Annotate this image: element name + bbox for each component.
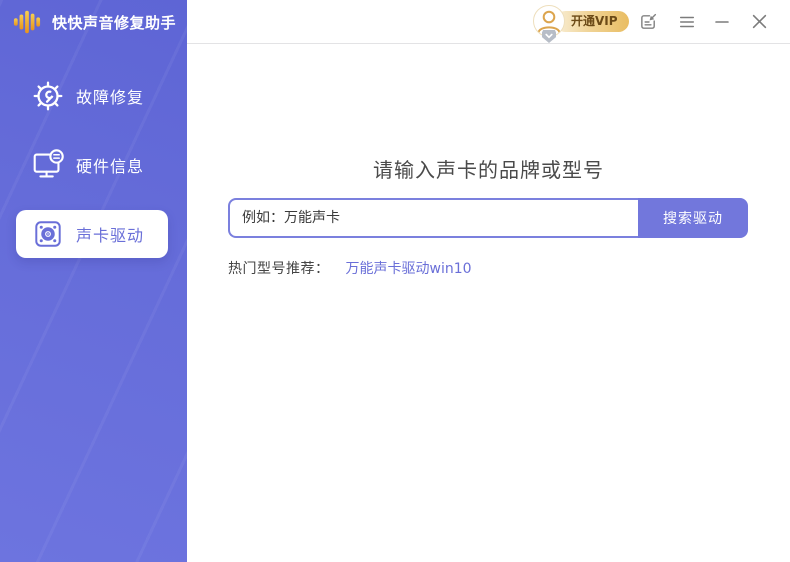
app-window: 快快声音修复助手 故障修复 硬件信息 声卡驱动 开通VIP 请输入声卡的品牌或型… bbox=[0, 0, 790, 562]
sidebar-item-label: 声卡驱动 bbox=[76, 226, 145, 245]
app-logo-row: 快快声音修复助手 bbox=[10, 6, 176, 38]
sound-card-search-input[interactable] bbox=[228, 198, 638, 238]
sidebar-item-hardware-info[interactable]: 硬件信息 bbox=[16, 141, 168, 189]
page-title: 请输入声卡的品牌或型号 bbox=[373, 158, 604, 182]
sidebar-item-label: 故障修复 bbox=[76, 88, 145, 107]
hardware-info-icon bbox=[28, 145, 68, 185]
audio-waveform-logo-icon bbox=[10, 6, 44, 38]
search-driver-button[interactable]: 搜索驱动 bbox=[638, 198, 748, 238]
sidebar-item-label: 硬件信息 bbox=[76, 157, 145, 176]
minimize-button[interactable] bbox=[708, 8, 735, 35]
sidebar-item-fault-repair[interactable]: 故障修复 bbox=[16, 72, 168, 120]
close-button[interactable] bbox=[746, 8, 773, 35]
avatar-chevron-down-icon[interactable] bbox=[542, 30, 556, 43]
sound-card-icon bbox=[28, 214, 68, 254]
sidebar: 快快声音修复助手 故障修复 硬件信息 声卡驱动 bbox=[0, 0, 187, 562]
app-title: 快快声音修复助手 bbox=[52, 13, 177, 32]
sidebar-item-sound-card-driver[interactable]: 声卡驱动 bbox=[16, 210, 168, 258]
title-bar: 开通VIP bbox=[187, 0, 790, 44]
main-content: 请输入声卡的品牌或型号 搜索驱动 热门型号推荐： 万能声卡驱动win10 bbox=[187, 45, 790, 562]
menu-icon[interactable] bbox=[673, 8, 700, 35]
gear-wrench-icon bbox=[28, 76, 68, 116]
feedback-icon[interactable] bbox=[635, 8, 662, 35]
open-vip-button[interactable]: 开通VIP bbox=[555, 11, 629, 32]
hot-model-link[interactable]: 万能声卡驱动win10 bbox=[346, 258, 472, 278]
hot-models-label: 热门型号推荐： bbox=[228, 261, 330, 277]
driver-search-bar: 搜索驱动 bbox=[228, 198, 748, 238]
hot-models-row: 热门型号推荐： 万能声卡驱动win10 bbox=[228, 258, 472, 278]
